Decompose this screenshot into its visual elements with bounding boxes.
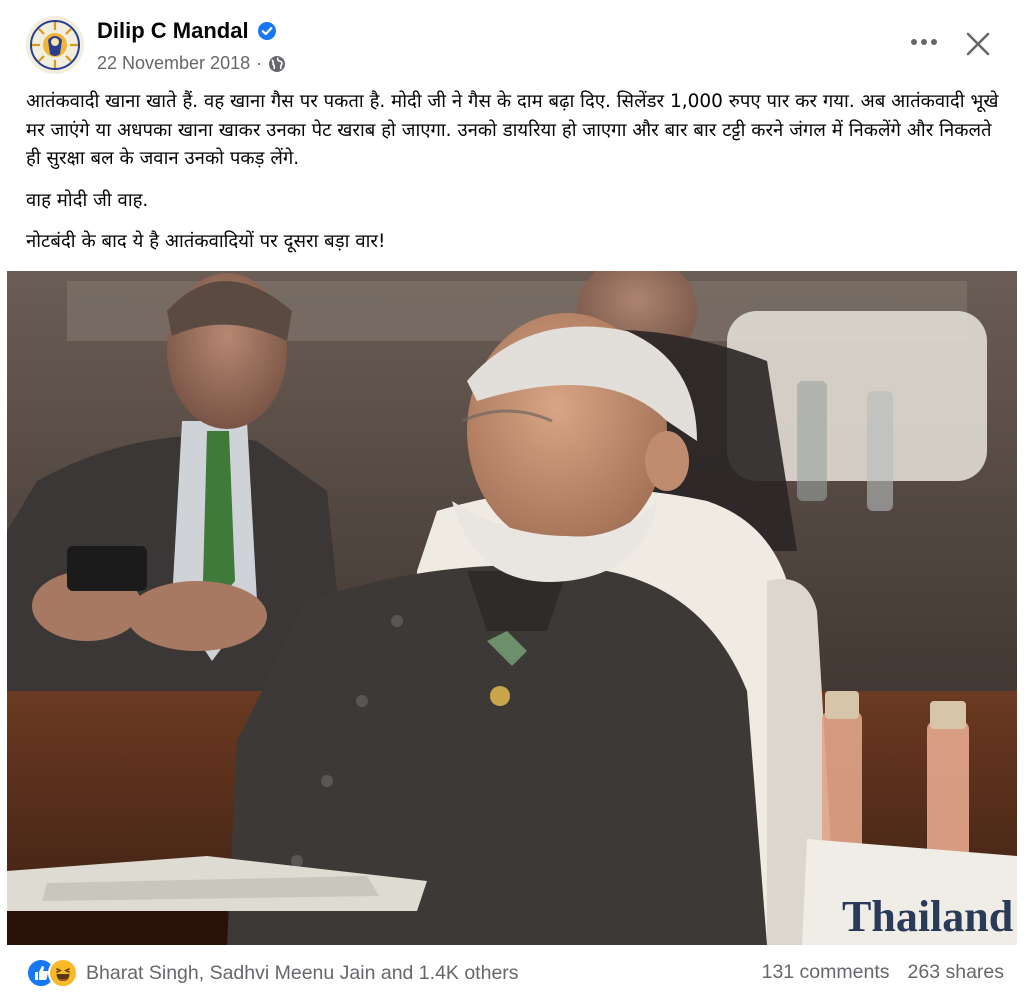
post-meta: 22 November 2018 ·	[97, 53, 286, 74]
author-avatar[interactable]	[26, 16, 84, 74]
post-photo[interactable]: Thailand	[7, 271, 1017, 945]
comments-count[interactable]: 131 comments	[762, 961, 890, 984]
shares-count[interactable]: 263 shares	[908, 961, 1004, 984]
post-paragraph: आतंकवादी खाना खाते हैं. वह खाना गैस पर प…	[26, 91, 999, 169]
globe-icon[interactable]	[268, 55, 286, 73]
haha-icon	[48, 958, 78, 988]
author-name[interactable]: Dilip C Mandal	[97, 18, 277, 44]
post-timestamp[interactable]: 22 November 2018	[97, 53, 250, 74]
post-card: Dilip C Mandal 22 November 2018 · आतंकवा…	[0, 0, 1024, 1000]
close-icon	[966, 32, 990, 56]
post-paragraph: वाह मोदी जी वाह.	[26, 189, 149, 211]
author-name-text[interactable]: Dilip C Mandal	[97, 18, 249, 44]
post-stats: 131 comments 263 shares	[762, 961, 1004, 984]
avatar-logo-icon	[26, 16, 84, 74]
post-text: आतंकवादी खाना खाते हैं. वह खाना गैस पर प…	[26, 88, 1010, 270]
verified-badge-icon	[257, 22, 276, 40]
close-button[interactable]	[956, 22, 1000, 66]
reactions-summary[interactable]: Bharat Singh, Sadhvi Meenu Jain and 1.4K…	[26, 958, 519, 988]
reactions-text[interactable]: Bharat Singh, Sadhvi Meenu Jain and 1.4K…	[86, 962, 519, 985]
meta-separator: ·	[256, 53, 263, 73]
more-options-icon	[911, 39, 937, 45]
more-options-button[interactable]	[902, 24, 946, 60]
photo-illustration: Thailand	[7, 271, 1017, 945]
post-paragraph: नोटबंदी के बाद ये है आतंकवादियों पर दूसर…	[26, 231, 386, 252]
place-card-text: Thailand	[842, 892, 1013, 941]
